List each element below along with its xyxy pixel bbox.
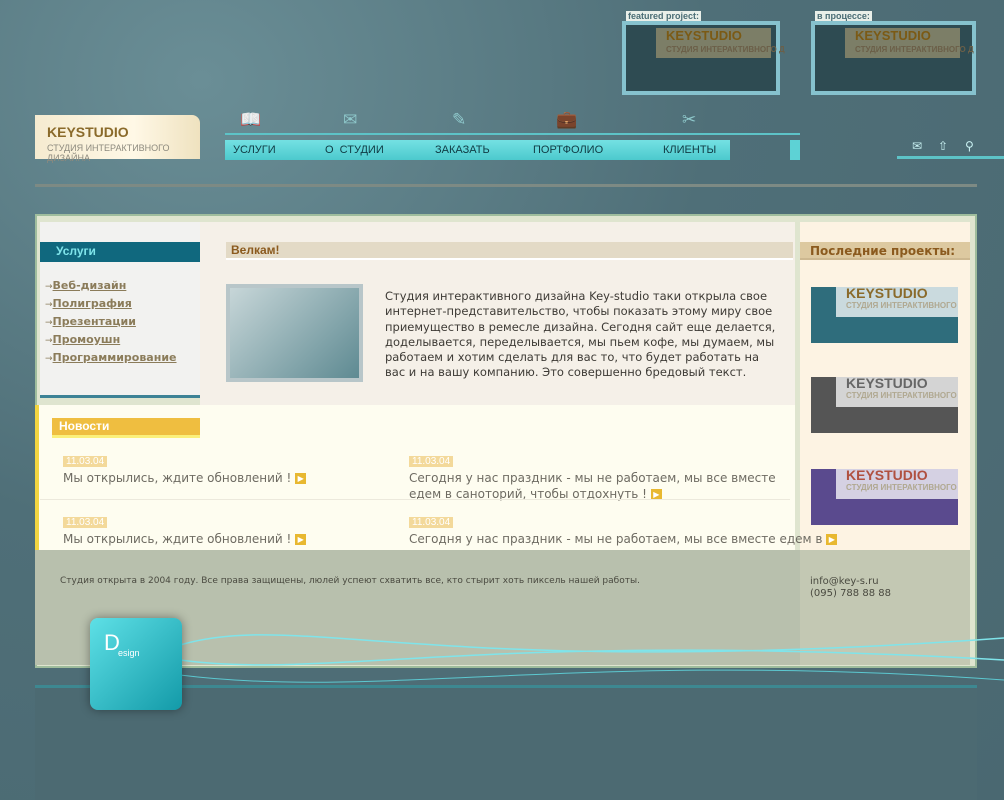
project-sub: СТУДИЯ ИНТЕРАКТИВНОГО Д (846, 391, 958, 400)
news-date: 11.03.04 (63, 456, 108, 467)
services-title: Услуги (56, 244, 96, 258)
project-logo: KEYSTUDIO (846, 285, 928, 301)
nav-end (790, 140, 800, 160)
news-item: 11.03.04 Сегодня у нас праздник - мы не … (409, 449, 789, 502)
search-icon[interactable]: ⚲ (965, 139, 974, 153)
news-header: Новости (52, 418, 200, 438)
copyright: Студия открыта в 2004 году. Все права за… (60, 576, 640, 586)
project-thumb[interactable]: KEYSTUDIO СТУДИЯ ИНТЕРАКТИВНОГО Д (811, 285, 958, 343)
news-item: 11.03.04 Сегодня у нас праздник - мы не … (409, 510, 838, 547)
design-key-graphic: D esign (90, 618, 182, 710)
service-link[interactable]: Презентации (45, 315, 136, 328)
nav-portfolio[interactable]: ПОРТФОЛИО (533, 144, 603, 156)
recent-title: Последние проекты: (810, 244, 956, 258)
logo-title: KEYSTUDIO (47, 124, 129, 140)
mouse-image (226, 284, 363, 382)
arrow-right-icon[interactable]: ▶ (295, 473, 307, 484)
in-progress-label: в процессе: (815, 11, 872, 21)
news-date: 11.03.04 (63, 517, 108, 528)
news-text: Сегодня у нас праздник - мы не работаем,… (409, 471, 776, 501)
briefcase-icon[interactable]: 💼 (556, 110, 577, 130)
project-thumb[interactable]: KEYSTUDIO СТУДИЯ ИНТЕРАКТИВНОГО Д (811, 467, 958, 525)
cable-lines (180, 634, 1004, 683)
utility-line (897, 156, 1004, 159)
contact-info: info@key-s.ru (095) 788 88 88 (810, 576, 891, 600)
arrow-right-icon[interactable]: ▶ (295, 534, 307, 545)
logo-subtitle: СТУДИЯ ИНТЕРАКТИВНОГО ДИЗАЙНА (47, 143, 170, 163)
news-item: 11.03.04 Мы открылись, ждите обновлений … (63, 510, 383, 547)
featured-project[interactable]: KEYSTUDIO СТУДИЯ ИНТЕРАКТИВНОГО Д (622, 21, 785, 95)
news-text: Мы открылись, ждите обновлений ! (63, 471, 292, 485)
service-link[interactable]: Промоушн (45, 333, 121, 346)
card-icon[interactable]: ✉ (343, 110, 357, 130)
news-date: 11.03.04 (409, 456, 454, 467)
featured-label: featured project: (626, 11, 702, 21)
arrow-right-icon[interactable]: ▶ (826, 534, 838, 545)
brush-icon[interactable]: ✎ (452, 110, 466, 130)
project-logo: KEYSTUDIO (846, 467, 928, 483)
news-item: 11.03.04 Мы открылись, ждите обновлений … (63, 449, 383, 486)
welcome-header: Велкам! (226, 242, 793, 260)
sidebar-bottom-line (40, 395, 200, 398)
divider (35, 184, 977, 187)
nav-line (225, 133, 800, 135)
featured-sub: СТУДИЯ ИНТЕРАКТИВНОГО Д (666, 45, 785, 54)
home-icon[interactable]: ⇧ (938, 139, 948, 153)
project-thumb[interactable]: KEYSTUDIO СТУДИЯ ИНТЕРАКТИВНОГО Д (811, 375, 958, 433)
key-text: esign (118, 648, 140, 658)
recent-header: Последние проекты: (800, 242, 970, 260)
welcome-title: Велкам! (231, 243, 280, 257)
logo[interactable]: KEYSTUDIO СТУДИЯ ИНТЕРАКТИВНОГО ДИЗАЙНА (35, 115, 200, 163)
in-progress-logo: KEYSTUDIO (855, 28, 931, 43)
project-sub: СТУДИЯ ИНТЕРАКТИВНОГО Д (846, 301, 958, 310)
featured-logo: KEYSTUDIO (666, 28, 742, 43)
nav-order[interactable]: ЗАКАЗАТЬ (435, 144, 490, 156)
news-separator (40, 499, 790, 500)
service-link[interactable]: Полиграфия (45, 297, 132, 310)
news-text: Мы открылись, ждите обновлений ! (63, 532, 292, 546)
in-progress-project[interactable]: KEYSTUDIO СТУДИЯ ИНТЕРАКТИВНОГО Д (811, 21, 976, 95)
project-logo: KEYSTUDIO (846, 375, 928, 391)
services-header: Услуги (40, 242, 200, 262)
news-date: 11.03.04 (409, 517, 454, 528)
service-link[interactable]: Программирование (45, 351, 177, 364)
in-progress-sub: СТУДИЯ ИНТЕРАКТИВНОГО Д (855, 45, 974, 54)
welcome-text: Студия интерактивного дизайна Key-studio… (385, 289, 776, 380)
phone: (095) 788 88 88 (810, 588, 891, 599)
nav-about[interactable]: О СТУДИИ (325, 144, 384, 156)
nav-clients[interactable]: КЛИЕНТЫ (663, 144, 716, 156)
email-link[interactable]: info@key-s.ru (810, 576, 891, 588)
news-text: Сегодня у нас праздник - мы не работаем,… (409, 532, 823, 546)
tools-icon[interactable]: ✂ (682, 110, 696, 130)
project-sub: СТУДИЯ ИНТЕРАКТИВНОГО Д (846, 483, 958, 492)
mail-icon[interactable]: ✉ (912, 139, 922, 153)
service-link[interactable]: Веб-дизайн (45, 279, 127, 292)
book-icon[interactable]: 📖 (240, 110, 261, 130)
nav-services[interactable]: УСЛУГИ (233, 144, 276, 156)
news-title: Новости (59, 419, 110, 433)
